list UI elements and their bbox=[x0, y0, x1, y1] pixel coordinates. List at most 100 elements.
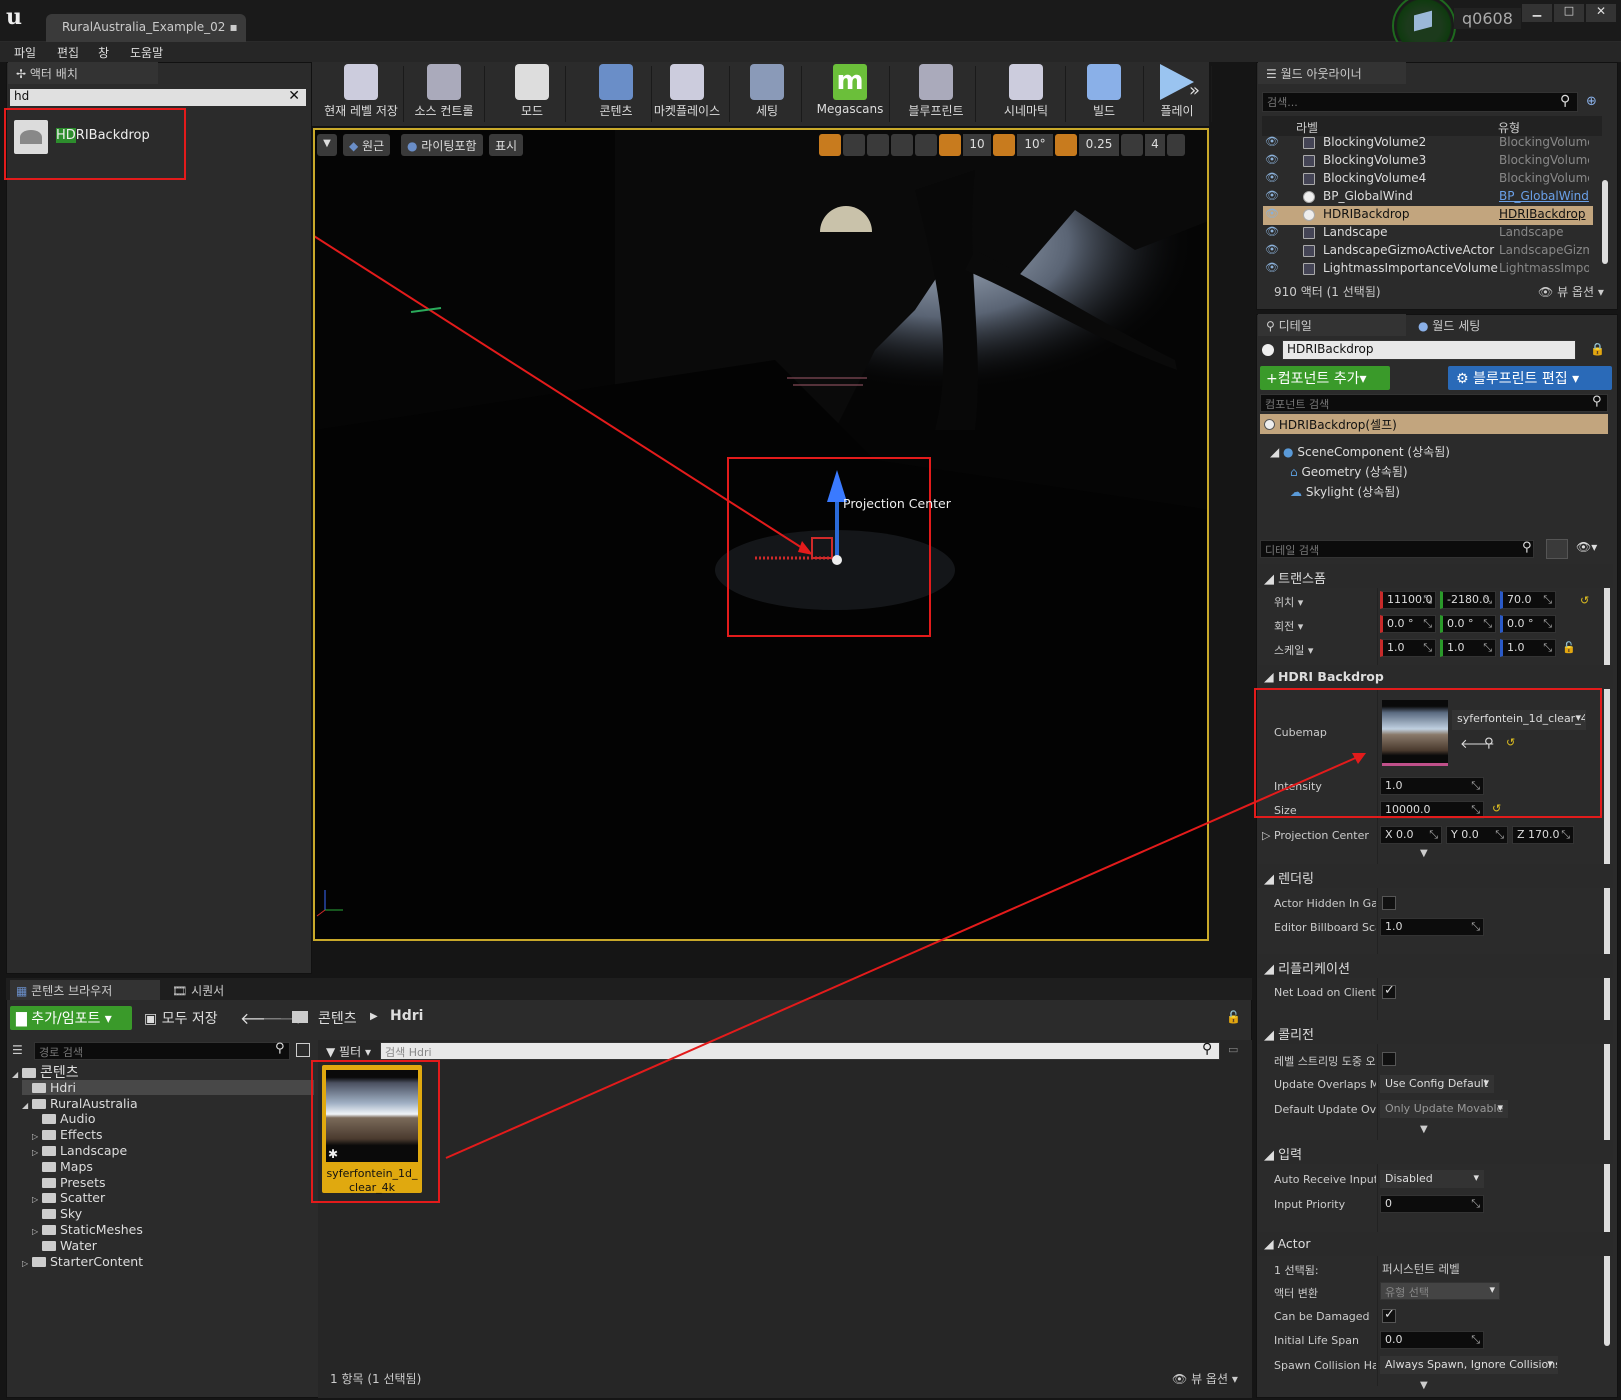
world-outliner-tab[interactable]: ☰ 월드 아웃라이너 bbox=[1258, 62, 1406, 84]
outliner-row[interactable]: 👁 LandscapeGizmoActiveActor LandscapeGizmo bbox=[1263, 242, 1593, 261]
actor-section[interactable]: ◢ Actor bbox=[1258, 1232, 1613, 1256]
folder-tree-item[interactable]: Hdri bbox=[22, 1079, 314, 1095]
toolbar-build-button[interactable]: 빌드 bbox=[1068, 64, 1140, 126]
outliner-add-icon[interactable]: ⊕ bbox=[1586, 94, 1597, 109]
rotation-z[interactable]: 0.0 ° bbox=[1500, 615, 1556, 633]
collision-expand-icon[interactable]: ▼ bbox=[1420, 1124, 1428, 1135]
toolbar-source-control-button[interactable]: 소스 컨트롤 bbox=[407, 64, 481, 126]
toolbar-marketplace-button[interactable]: 마켓플레이스 bbox=[648, 64, 726, 126]
replication-section[interactable]: ◢ 리플리케이션 bbox=[1258, 954, 1613, 978]
location-y[interactable]: -2180.0 bbox=[1440, 591, 1496, 609]
toolbar-overflow-icon[interactable]: » bbox=[1189, 80, 1200, 101]
rotate-snap-icon[interactable] bbox=[993, 134, 1015, 156]
actor-name-input[interactable]: HDRIBackdrop bbox=[1282, 340, 1576, 360]
projection-center-x[interactable]: X 0.0 bbox=[1380, 826, 1442, 844]
folder-tree-item[interactable]: ▷ StaticMeshes bbox=[32, 1222, 143, 1237]
tab-close-icon[interactable]: ▪ bbox=[229, 20, 237, 34]
filter-button[interactable]: ▼ 필터 ▾ bbox=[322, 1042, 375, 1061]
folder-tree-item[interactable]: ▷ StarterContent bbox=[22, 1254, 143, 1269]
clear-search-icon[interactable]: ✕ bbox=[288, 88, 300, 104]
outliner-row[interactable]: 👁 BlockingVolume3 BlockingVolume bbox=[1263, 152, 1593, 171]
property-matrix-icon[interactable] bbox=[1546, 539, 1568, 559]
scale-lock-icon[interactable]: 🔓 bbox=[1562, 641, 1576, 654]
folder-tree-item[interactable]: ◢ RuralAustralia bbox=[22, 1096, 138, 1111]
menu-window[interactable]: 창 bbox=[98, 44, 109, 61]
close-button[interactable]: ✕ bbox=[1586, 4, 1616, 22]
component-self-row[interactable]: HDRIBackdrop(셀프) bbox=[1260, 414, 1608, 434]
location-x[interactable]: 11100.0 bbox=[1380, 591, 1436, 609]
update-overlaps-dropdown[interactable]: Use Config Default bbox=[1380, 1075, 1494, 1093]
edit-blueprint-button[interactable]: ⚙ 블루프린트 편집 ▾ bbox=[1448, 366, 1612, 390]
detail-search-input[interactable]: 디테일 검색 bbox=[1260, 540, 1534, 558]
path-folder-icon[interactable] bbox=[292, 1011, 308, 1023]
path-leaf[interactable]: Hdri bbox=[390, 1008, 423, 1024]
toolbar-megascans-button[interactable]: m Megascans bbox=[814, 64, 886, 126]
outliner-row[interactable]: 👁 BlockingVolume4 BlockingVolume bbox=[1263, 170, 1593, 189]
outliner-row[interactable]: 👁 LightmassImportanceVolumeLightmassImpor… bbox=[1263, 260, 1593, 279]
transform-section[interactable]: ◢ 트랜스폼 bbox=[1258, 564, 1613, 588]
collision-section[interactable]: ◢ 콜리전 bbox=[1258, 1020, 1613, 1044]
folder-tree-item[interactable]: Sky bbox=[32, 1206, 82, 1221]
sequencer-tab[interactable]: 🎞 시퀀서 bbox=[166, 980, 306, 1000]
save-search-icon[interactable]: ▭ bbox=[1228, 1043, 1238, 1056]
component-skylight[interactable]: ☁ Skylight (상속됨) bbox=[1290, 483, 1400, 500]
toolbar-content-button[interactable]: 콘텐츠 bbox=[584, 64, 648, 126]
add-import-button[interactable]: ▇ 추가/임포트 ▾ bbox=[10, 1006, 132, 1030]
rotation-x[interactable]: 0.0 ° bbox=[1380, 615, 1436, 633]
viewport-options-button[interactable]: ▼ bbox=[317, 134, 337, 156]
can-be-damaged-checkbox[interactable] bbox=[1382, 1307, 1396, 1323]
actor-hidden-checkbox[interactable] bbox=[1382, 896, 1396, 910]
advanced-expand-icon[interactable]: ▼ bbox=[1420, 848, 1428, 859]
rendering-section[interactable]: ◢ 렌더링 bbox=[1258, 864, 1613, 888]
actor-search-input[interactable]: hd ✕ bbox=[10, 88, 306, 106]
visibility-options-icon[interactable]: 👁▾ bbox=[1576, 540, 1597, 554]
level-viewport[interactable]: Projection Center ▼ ◆ 원근 ● 라이팅포함 표시 10 1… bbox=[313, 128, 1209, 941]
surface-snap-icon[interactable] bbox=[915, 134, 937, 156]
tree-expand-icon[interactable]: ◢ bbox=[12, 1070, 22, 1079]
sources-toggle-icon[interactable]: ☰ bbox=[12, 1043, 30, 1059]
world-local-icon[interactable] bbox=[891, 134, 913, 156]
outliner-row[interactable]: 👁 BlockingVolume2 BlockingVolume bbox=[1263, 134, 1593, 153]
save-all-button[interactable]: ▣ 모두 저장 bbox=[140, 1006, 222, 1030]
maximize-button[interactable]: □ bbox=[1554, 4, 1584, 22]
spawn-collision-dropdown[interactable]: Always Spawn, Ignore Collisions bbox=[1380, 1356, 1558, 1374]
location-z[interactable]: 70.0 bbox=[1500, 591, 1556, 609]
translate-tool-icon[interactable] bbox=[819, 134, 841, 156]
folder-tree-item[interactable]: Audio bbox=[32, 1111, 96, 1126]
outliner-view-options[interactable]: 👁 뷰 옵션 ▾ bbox=[1538, 283, 1604, 300]
outliner-row-type[interactable]: HDRIBackdrop bbox=[1499, 207, 1589, 221]
scale-label[interactable]: 스케일 ▾ bbox=[1274, 642, 1376, 658]
toolbar-blueprint-button[interactable]: 블루프린트 bbox=[900, 64, 972, 126]
hdri-backdrop-section[interactable]: ◢ HDRI Backdrop bbox=[1258, 665, 1613, 689]
visibility-eye-icon[interactable]: 👁 bbox=[1265, 171, 1279, 184]
world-settings-tab[interactable]: ● 월드 세팅 bbox=[1410, 314, 1558, 336]
camera-speed-value[interactable]: 4 bbox=[1145, 134, 1165, 156]
path-search-input[interactable]: 경로 검색 bbox=[34, 1042, 290, 1060]
input-section[interactable]: ◢ 입력 bbox=[1258, 1140, 1613, 1164]
menu-edit[interactable]: 편집 bbox=[57, 44, 79, 61]
outliner-row[interactable]: 👁 HDRIBackdrop HDRIBackdrop bbox=[1263, 206, 1593, 225]
scale-tool-icon[interactable] bbox=[867, 134, 889, 156]
location-label[interactable]: 위치 ▾ bbox=[1274, 594, 1376, 610]
grid-snap-value[interactable]: 10 bbox=[963, 134, 991, 156]
maximize-viewport-icon[interactable] bbox=[1167, 134, 1185, 156]
component-scene[interactable]: ◢ ● SceneComponent (상속됨) bbox=[1270, 443, 1450, 460]
streaming-overlap-checkbox[interactable] bbox=[1382, 1052, 1396, 1066]
folder-tree-item[interactable]: Water bbox=[32, 1238, 97, 1253]
projection-center-y[interactable]: Y 0.0 bbox=[1446, 826, 1508, 844]
visibility-eye-icon[interactable]: 👁 bbox=[1265, 135, 1279, 148]
rotation-y[interactable]: 0.0 ° bbox=[1440, 615, 1496, 633]
tree-expand-icon[interactable]: ▷ bbox=[22, 1259, 32, 1268]
outliner-row[interactable]: 👁 Landscape Landscape bbox=[1263, 224, 1593, 243]
folder-tree-item[interactable]: ▷ Effects bbox=[32, 1127, 103, 1142]
level-tab[interactable]: RuralAustralia_Example_02 ▪ bbox=[46, 14, 246, 42]
folder-tree-item[interactable]: Maps bbox=[32, 1159, 93, 1174]
component-geometry[interactable]: ⌂ Geometry (상속됨) bbox=[1290, 463, 1408, 480]
scale-z[interactable]: 1.0 bbox=[1500, 639, 1556, 657]
camera-speed-icon[interactable] bbox=[1121, 134, 1143, 156]
folder-tree-item[interactable]: ▷ Landscape bbox=[32, 1143, 127, 1158]
rotation-label[interactable]: 회전 ▾ bbox=[1274, 618, 1376, 634]
minimize-button[interactable]: ▁ bbox=[1522, 4, 1552, 22]
grid-snap-icon[interactable] bbox=[939, 134, 961, 156]
asset-search-input[interactable]: 검색 Hdri bbox=[380, 1042, 1220, 1060]
